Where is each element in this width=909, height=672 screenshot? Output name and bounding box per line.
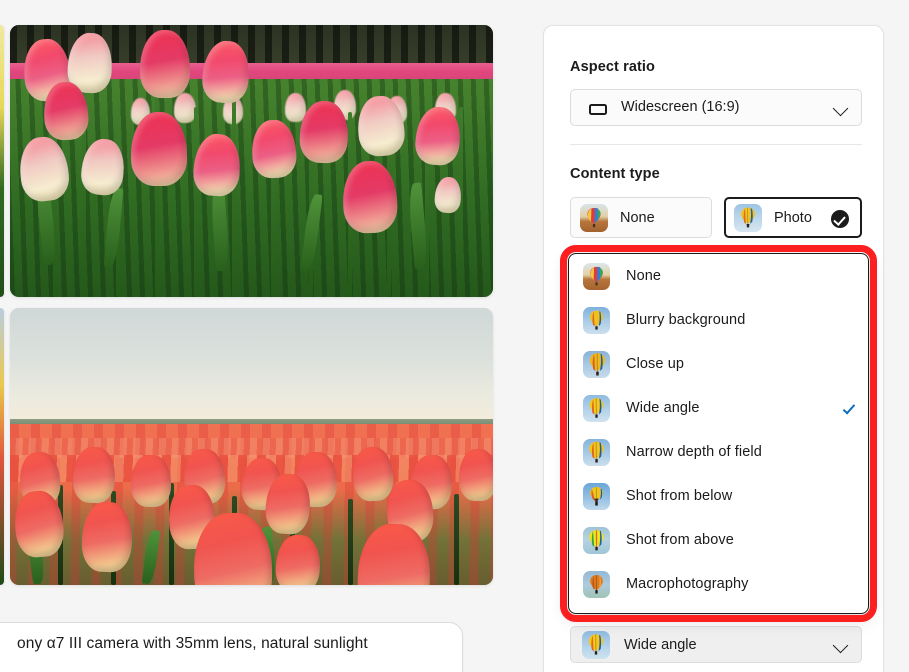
- prompt-text: ony α7 III camera with 35mm lens, natura…: [17, 635, 368, 652]
- dropdown-option-narrow-depth-of-field[interactable]: Narrow depth of field: [569, 430, 868, 474]
- content-type-value: Wide angle: [624, 636, 697, 653]
- gallery-image-1[interactable]: [10, 25, 493, 297]
- balloon-sky-icon: [734, 203, 762, 232]
- dropdown-option-label: Macrophotography: [626, 576, 749, 592]
- app-root: ony α7 III camera with 35mm lens, natura…: [0, 0, 909, 672]
- dropdown-option-label: Shot from below: [626, 488, 733, 504]
- balloon-narrow-icon: [583, 438, 610, 466]
- dropdown-option-label: None: [626, 268, 662, 284]
- dropdown-option-label: Narrow depth of field: [626, 444, 762, 460]
- aspect-ratio-label: Aspect ratio: [570, 59, 655, 75]
- aspect-ratio-select[interactable]: Widescreen (16:9): [570, 89, 862, 126]
- content-type-chip-photo-label: Photo: [774, 209, 812, 226]
- dropdown-option-label: Wide angle: [626, 400, 700, 416]
- dropdown-option-label: Shot from above: [626, 532, 734, 548]
- gallery-image-sliver-bottom[interactable]: [0, 308, 4, 585]
- dropdown-option-label: Blurry background: [626, 312, 746, 328]
- image-gallery: ony α7 III camera with 35mm lens, natura…: [0, 0, 530, 672]
- content-type-chip-photo[interactable]: Photo: [724, 197, 862, 238]
- aspect-ratio-value: Widescreen (16:9): [621, 99, 740, 115]
- section-divider: [570, 144, 862, 145]
- balloon-desert-icon: [583, 262, 610, 290]
- rectangle-icon: [589, 104, 607, 115]
- check-icon: [842, 401, 856, 415]
- content-type-label: Content type: [570, 166, 660, 182]
- content-type-dropdown[interactable]: None Blurry background Close up Wide ang…: [568, 253, 869, 614]
- balloon-wide-icon: [582, 630, 610, 659]
- gallery-image-2[interactable]: [10, 308, 493, 585]
- dropdown-option-macrophotography[interactable]: Macrophotography: [569, 562, 868, 606]
- balloon-closeup-icon: [583, 350, 610, 378]
- gallery-image-sliver-top[interactable]: [0, 25, 4, 297]
- dropdown-option-label: Close up: [626, 356, 685, 372]
- dropdown-option-blurry-background[interactable]: Blurry background: [569, 298, 868, 342]
- balloon-desert-icon: [580, 203, 608, 232]
- content-type-select[interactable]: Wide angle: [570, 626, 862, 663]
- balloon-wide-icon: [583, 394, 610, 422]
- balloon-macro-icon: [583, 570, 610, 598]
- chevron-down-icon: [832, 637, 849, 654]
- dropdown-option-shot-from-below[interactable]: Shot from below: [569, 474, 868, 518]
- content-type-chip-none[interactable]: None: [570, 197, 712, 238]
- chevron-down-icon: [832, 100, 849, 117]
- check-circle-icon: [831, 210, 849, 228]
- content-type-chip-none-label: None: [620, 209, 655, 226]
- dropdown-option-wide-angle[interactable]: Wide angle: [569, 386, 868, 430]
- dropdown-option-shot-from-above[interactable]: Shot from above: [569, 518, 868, 562]
- dropdown-option-none[interactable]: None: [569, 254, 868, 298]
- balloon-below-icon: [583, 482, 610, 510]
- balloon-above-icon: [583, 526, 610, 554]
- balloon-sky-icon: [583, 306, 610, 334]
- prompt-card[interactable]: ony α7 III camera with 35mm lens, natura…: [0, 622, 463, 672]
- dropdown-option-close-up[interactable]: Close up: [569, 342, 868, 386]
